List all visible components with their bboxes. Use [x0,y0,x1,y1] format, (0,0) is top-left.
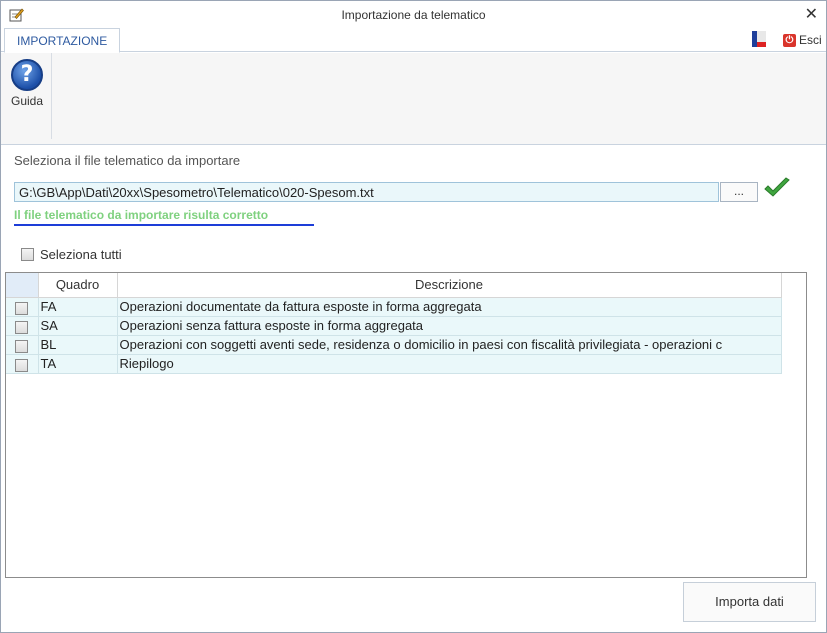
file-path-input[interactable] [14,182,719,202]
quadri-grid: Quadro Descrizione FA Operazioni documen… [5,272,807,578]
tab-strip: IMPORTAZIONE ⏻ Esci [1,28,826,53]
select-all-label: Seleziona tutti [40,247,122,262]
help-button[interactable]: ? Guida [5,59,49,115]
validation-status: Il file telematico da importare risulta … [14,208,269,222]
row-checkbox[interactable] [15,339,29,353]
import-dialog: Importazione da telematico ✕ IMPORTAZION… [0,0,827,633]
row-select-cell[interactable] [6,354,39,374]
descrizione-cell: Operazioni senza fattura esposte in form… [117,316,782,336]
quadro-cell: FA [38,297,118,317]
column-header-descrizione[interactable]: Descrizione [117,273,782,298]
exit-button[interactable]: ⏻ Esci [783,32,822,48]
quadro-cell: SA [38,316,118,336]
row-select-cell[interactable] [6,297,39,317]
close-icon[interactable]: ✕ [805,4,818,24]
select-all-checkbox[interactable]: Seleziona tutti [21,247,122,262]
checkbox[interactable] [21,248,34,261]
row-select-cell[interactable] [6,335,39,355]
title-bar: Importazione da telematico ✕ [1,1,826,28]
row-checkbox[interactable] [15,320,29,334]
table-row[interactable]: SA Operazioni senza fattura esposte in f… [6,316,782,336]
table-row[interactable]: FA Operazioni documentate da fattura esp… [6,297,782,317]
flag-icon[interactable] [752,31,766,47]
quadro-cell: TA [38,354,118,374]
descrizione-cell: Operazioni con soggetti aventi sede, res… [117,335,782,355]
help-label: Guida [10,94,44,108]
column-header-quadro[interactable]: Quadro [38,273,118,298]
table-row[interactable]: TA Riepilogo [6,354,782,374]
window-title: Importazione da telematico [341,8,486,22]
row-checkbox[interactable] [15,358,29,372]
select-column-header [6,273,39,298]
checkmark-icon [764,177,790,197]
descrizione-cell: Riepilogo [117,354,782,374]
browse-button[interactable]: ... [720,182,758,202]
ribbon: ? Guida [1,53,826,145]
descrizione-cell: Operazioni documentate da fattura espost… [117,297,782,317]
row-select-cell[interactable] [6,316,39,336]
quadri-table: Quadro Descrizione FA Operazioni documen… [6,273,782,374]
tab-importazione[interactable]: IMPORTAZIONE [4,28,121,53]
power-icon: ⏻ [783,33,796,47]
table-row[interactable]: BL Operazioni con soggetti aventi sede, … [6,335,782,355]
help-icon: ? [11,59,43,91]
file-select-label: Seleziona il file telematico da importar… [14,153,241,168]
exit-label: Esci [799,33,822,47]
import-data-button[interactable]: Importa dati [683,582,816,622]
status-underline [14,224,314,226]
row-checkbox[interactable] [15,301,29,315]
ribbon-group-help: ? Guida [1,53,52,139]
quadro-cell: BL [38,335,118,355]
